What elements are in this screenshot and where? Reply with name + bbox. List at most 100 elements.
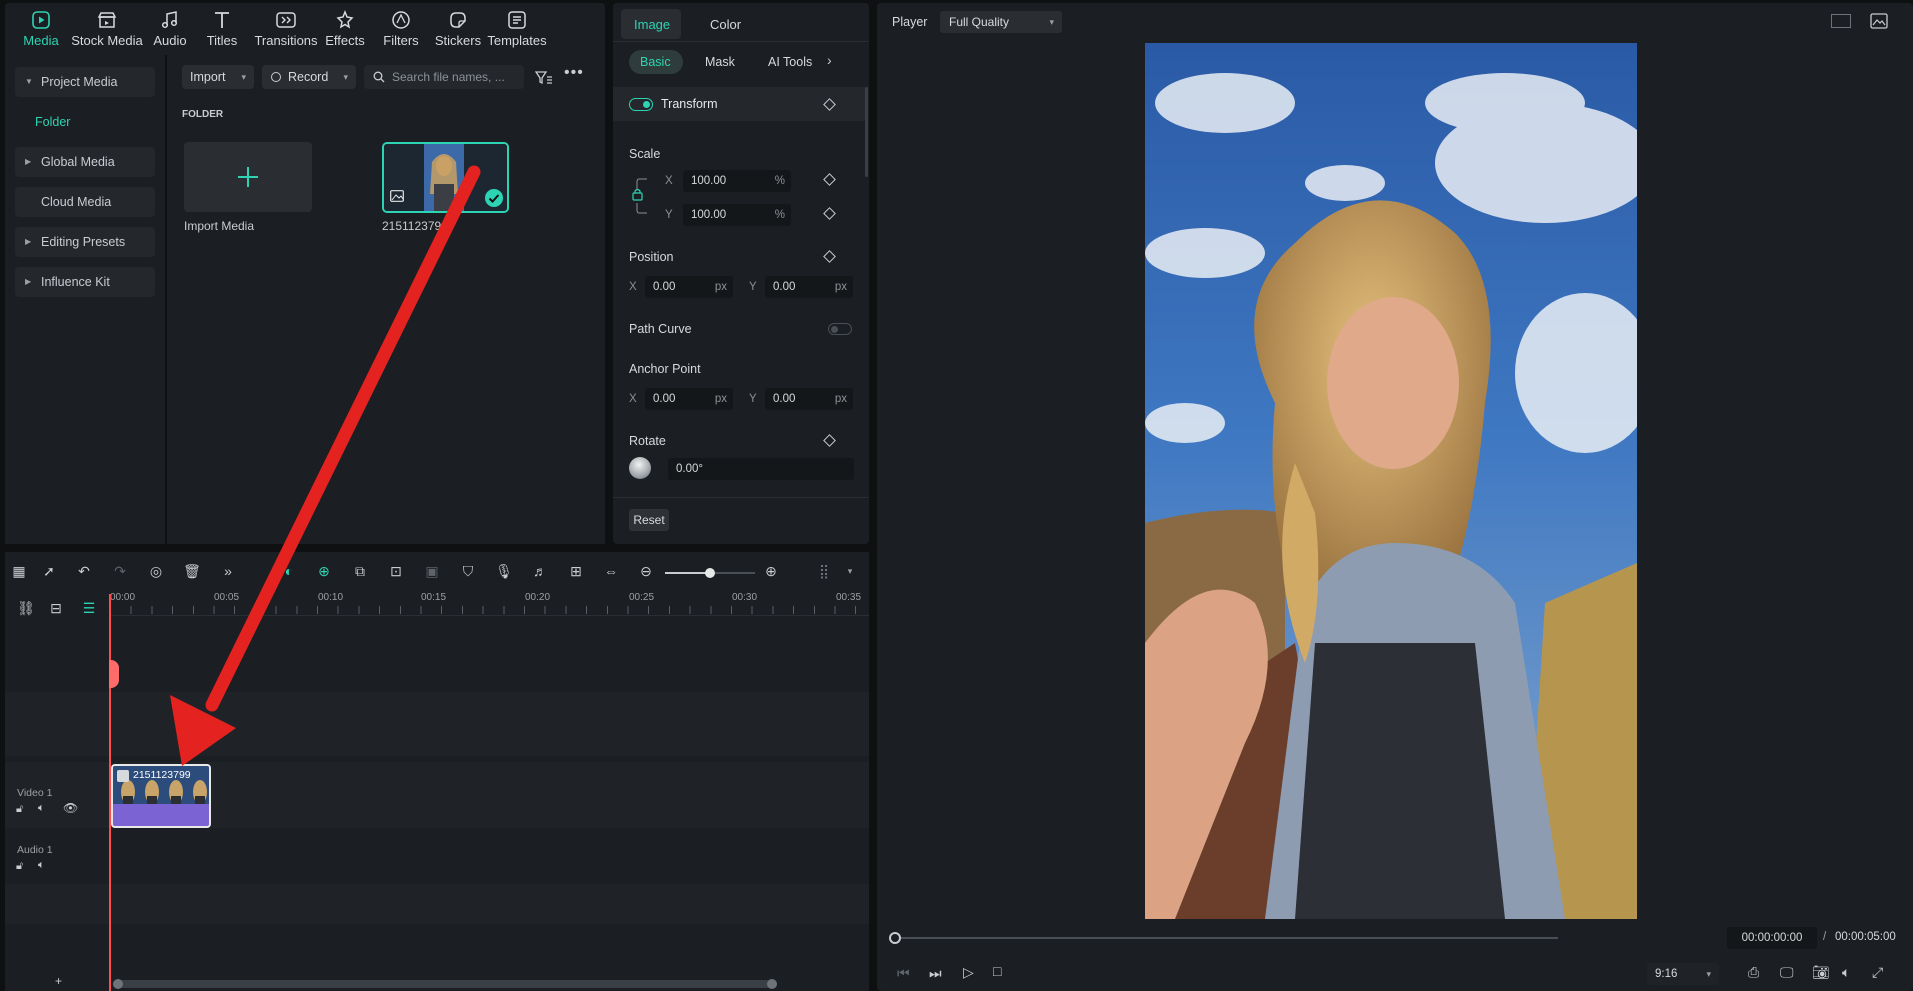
anchor-y-field[interactable]: 0.00 px — [765, 388, 853, 410]
chevron-right-icon[interactable]: › — [827, 52, 832, 68]
sidebar-item-global-media[interactable]: ▶ Global Media — [15, 147, 155, 177]
fullscreen-icon[interactable]: ⤢ — [1872, 964, 1883, 981]
fit-timeline-icon[interactable]: ⇔ — [602, 562, 620, 580]
keyframe-diamond-icon[interactable] — [823, 434, 836, 447]
transform-toggle[interactable] — [629, 98, 653, 111]
step-forward-icon[interactable]: ⏭︎ — [929, 965, 942, 982]
track-lock-icon[interactable]: 🔓︎ — [16, 803, 23, 816]
panel-scrollbar[interactable] — [865, 87, 868, 177]
media-clip-thumbnail[interactable] — [382, 142, 509, 213]
add-button[interactable]: + — [55, 974, 62, 988]
export-frame-icon[interactable]: ⎙ — [1748, 964, 1759, 981]
quality-dropdown[interactable]: Full Quality ▾ — [940, 11, 1062, 33]
zoom-in-icon[interactable]: ⊕ — [762, 562, 780, 580]
screenshot-icon[interactable]: ⊡ — [387, 562, 405, 580]
keyframe-diamond-icon[interactable] — [823, 173, 836, 186]
lock-ratio-icon[interactable] — [631, 175, 651, 217]
tool-titles[interactable]: Titles — [205, 9, 239, 48]
render-preview-icon[interactable]: ⧉ — [351, 562, 369, 580]
redo-icon[interactable]: ↷ — [111, 562, 129, 580]
tool-filters[interactable]: Filters — [381, 9, 421, 48]
sidebar-item-folder[interactable]: Folder — [35, 115, 70, 129]
tool-stickers[interactable]: Stickers — [433, 9, 483, 48]
previous-frame-icon[interactable]: ⏮︎ — [897, 965, 910, 982]
tool-transitions[interactable]: Transitions — [253, 9, 319, 48]
sidebar-item-project-media[interactable]: ▼ Project Media — [15, 67, 155, 97]
current-time-display[interactable]: 00:00:00:00 — [1727, 927, 1817, 949]
timeline-video-clip[interactable]: 2151123799 — [111, 764, 211, 828]
reset-button[interactable]: Reset — [629, 509, 669, 531]
track-audio-icon[interactable]: 🔈︎ — [38, 802, 45, 815]
grid-view-icon[interactable] — [1831, 14, 1851, 28]
zoom-out-icon[interactable]: ⊖ — [637, 562, 655, 580]
rotate-dial[interactable] — [629, 457, 651, 479]
tool-media[interactable]: Media — [19, 9, 63, 48]
tool-stock-media[interactable]: Stock Media — [67, 9, 147, 48]
keyframe-diamond-icon[interactable] — [823, 250, 836, 263]
snap-magnet-icon[interactable]: ⊕ — [315, 562, 333, 580]
disabled-tool-icon[interactable]: ▣ — [423, 562, 441, 580]
rotate-field[interactable]: 0.00° — [668, 458, 854, 480]
more-tools-icon[interactable]: » — [219, 562, 237, 580]
playhead[interactable] — [109, 594, 111, 991]
filter-sort-icon[interactable] — [535, 70, 553, 86]
track-lock-icon[interactable]: 🔓︎ — [16, 860, 23, 873]
position-x-field[interactable]: 0.00 px — [645, 276, 733, 298]
zoom-slider-handle[interactable] — [705, 568, 715, 578]
subtab-basic[interactable]: Basic — [629, 50, 683, 74]
position-y-field[interactable]: 0.00 px — [765, 276, 853, 298]
subtab-ai-tools[interactable]: AI Tools — [768, 55, 812, 69]
chevron-down-icon[interactable]: ▾ — [841, 562, 859, 580]
add-track-icon[interactable]: ⊟ — [47, 599, 65, 617]
sidebar-item-influence-kit[interactable]: ▶ Influence Kit — [15, 267, 155, 297]
record-dropdown[interactable]: Record ▾ — [262, 65, 356, 89]
shield-icon[interactable]: ⛉ — [459, 562, 477, 580]
tab-color[interactable]: Color — [710, 17, 741, 32]
microphone-icon[interactable]: 🎙 — [495, 562, 513, 580]
import-dropdown[interactable]: Import ▾ — [182, 65, 254, 89]
progress-handle[interactable] — [889, 932, 901, 944]
snapshot-camera-icon[interactable]: 📷︎ — [1812, 964, 1830, 981]
auto-ripple-icon[interactable]: ◐ — [280, 562, 298, 580]
import-media-tile[interactable] — [184, 142, 312, 212]
keyframe-diamond-icon[interactable] — [823, 98, 836, 111]
time-ruler[interactable]: 00:00 00:05 00:10 00:15 00:20 00:25 00:3… — [110, 590, 869, 616]
path-curve-toggle[interactable] — [828, 323, 852, 335]
aspect-ratio-dropdown[interactable]: 9:16 ▾ — [1647, 963, 1719, 985]
track-audio-icon[interactable]: 🔈︎ — [38, 859, 45, 872]
anchor-x-field[interactable]: 0.00 px — [645, 388, 733, 410]
playback-progress-bar[interactable] — [889, 932, 1558, 944]
subtab-mask[interactable]: Mask — [705, 55, 735, 69]
ai-tool-icon[interactable]: ◎ — [147, 562, 165, 580]
image-view-icon[interactable] — [1870, 13, 1888, 29]
playhead-marker[interactable] — [109, 660, 119, 688]
link-icon[interactable]: ⛓ — [17, 599, 35, 617]
more-options-icon[interactable]: ••• — [564, 64, 584, 82]
tab-image[interactable]: Image — [621, 9, 681, 39]
display-monitor-icon[interactable]: 🖵︎ — [1780, 964, 1794, 981]
track-height-icon[interactable]: ⣿ — [815, 562, 833, 580]
scale-y-field[interactable]: 100.00% — [683, 204, 791, 226]
tool-effects[interactable]: Effects — [323, 9, 367, 48]
timeline-horizontal-scrollbar[interactable] — [113, 979, 777, 989]
scale-x-field[interactable]: 100.00% — [683, 170, 791, 192]
play-icon[interactable]: ▷ — [963, 964, 974, 981]
volume-icon[interactable]: 🔈︎ — [1842, 964, 1850, 981]
search-input[interactable]: Search file names, ... — [364, 65, 524, 89]
zoom-slider[interactable] — [665, 568, 755, 578]
ai-copilot-icon[interactable]: ⊞ — [567, 562, 585, 580]
tool-templates[interactable]: Templates — [487, 9, 547, 48]
tool-audio[interactable]: Audio — [150, 9, 190, 48]
track-manager-icon[interactable]: ☰ — [80, 599, 98, 617]
sidebar-item-editing-presets[interactable]: ▶ Editing Presets — [15, 227, 155, 257]
sidebar-item-cloud-media[interactable]: Cloud Media — [15, 187, 155, 217]
undo-icon[interactable]: ↶ — [75, 562, 93, 580]
audio-track-label: Audio 1 — [17, 844, 53, 856]
delete-trash-icon[interactable]: 🗑 — [183, 562, 201, 580]
stop-icon[interactable]: □ — [993, 963, 1001, 979]
layout-grid-icon[interactable]: ▦ — [10, 562, 28, 580]
audio-mixer-icon[interactable]: ♬ — [531, 562, 549, 580]
select-pointer-icon[interactable]: ➚ — [40, 562, 58, 580]
track-visibility-eye-icon[interactable]: 👁︎ — [63, 801, 78, 815]
keyframe-diamond-icon[interactable] — [823, 207, 836, 220]
